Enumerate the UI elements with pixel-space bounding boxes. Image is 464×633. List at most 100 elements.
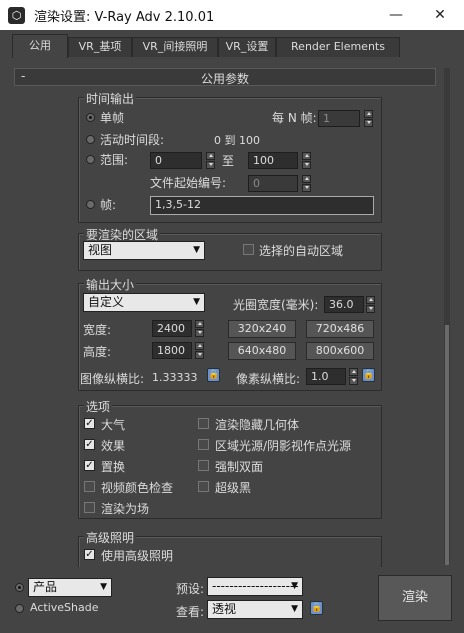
pixel-aspect-input[interactable]: 1.0: [306, 368, 346, 385]
tab-common[interactable]: 公用: [12, 34, 68, 58]
use-advanced-lighting-checkbox[interactable]: ✓: [84, 549, 95, 560]
force-2-sided-label: 强制双面: [215, 460, 264, 474]
frames-label: 帧:: [100, 198, 117, 212]
effects-checkbox[interactable]: ✓: [84, 439, 95, 450]
mode-product-value: 产品: [33, 580, 58, 594]
image-aspect-label: 图像纵横比:: [80, 372, 145, 386]
render-button[interactable]: 渲染: [378, 575, 452, 621]
app-logo-icon: ⬡: [8, 7, 25, 24]
minimize-button[interactable]: —: [374, 0, 418, 30]
range-from-input[interactable]: 0: [150, 152, 202, 169]
chevron-down-icon: ▼: [291, 581, 298, 591]
view-dropdown[interactable]: 透视 ▼: [207, 600, 303, 619]
pixel-aspect-label: 像素纵横比:: [236, 372, 301, 386]
aperture-width-spinner[interactable]: [366, 296, 375, 313]
width-spinner[interactable]: [195, 320, 204, 337]
preset-dropdown[interactable]: -------------------- ▼: [207, 577, 303, 596]
displacement-checkbox[interactable]: ✓: [84, 460, 95, 471]
height-label: 高度:: [83, 345, 112, 359]
close-button[interactable]: ✕: [418, 0, 462, 30]
force-2-sided-checkbox[interactable]: [198, 460, 209, 471]
tab-vr-settings[interactable]: VR_设置: [218, 37, 276, 57]
mode-activeshade-radio[interactable]: [15, 604, 24, 613]
range-from-spinner[interactable]: [206, 152, 215, 169]
active-segment-radio[interactable]: [86, 135, 95, 144]
video-color-check-checkbox[interactable]: [84, 481, 95, 492]
atmosphere-label: 大气: [101, 418, 126, 432]
width-input[interactable]: 2400: [152, 320, 192, 337]
pixel-aspect-lock-icon[interactable]: 🔒: [362, 368, 375, 382]
every-n-frames-label: 每 N 帧:: [272, 111, 317, 125]
rollout-header-common-params[interactable]: - 公用参数: [14, 68, 436, 86]
chevron-down-icon: ▼: [291, 604, 298, 614]
width-label: 宽度:: [83, 323, 112, 337]
mode-product-dropdown[interactable]: 产品 ▼: [28, 578, 112, 597]
preset-800x600-button[interactable]: 800x600: [306, 342, 374, 360]
render-hidden-geometry-checkbox[interactable]: [198, 418, 209, 429]
mode-product-radio[interactable]: [15, 583, 24, 592]
range-to-spinner[interactable]: [302, 152, 311, 169]
frames-radio[interactable]: [86, 200, 95, 209]
view-value: 透视: [212, 602, 237, 616]
preset-720x486-button[interactable]: 720x486: [306, 320, 374, 338]
range-to-input[interactable]: 100: [248, 152, 298, 169]
file-start-number-input[interactable]: 0: [248, 175, 298, 192]
single-frame-label: 单帧: [100, 111, 125, 125]
output-size-preset-dropdown[interactable]: 自定义 ▼: [83, 293, 205, 312]
render-to-fields-label: 渲染为场: [101, 502, 150, 516]
super-black-label: 超级黑: [215, 481, 252, 495]
advanced-lighting-title: 高级照明: [84, 529, 137, 546]
preset-value: --------------------: [212, 579, 299, 593]
output-size-title: 输出大小: [84, 276, 137, 293]
image-aspect-lock-icon[interactable]: 🔒: [207, 368, 220, 382]
render-area-value: 视图: [88, 243, 113, 257]
view-lock-icon[interactable]: 🔒: [310, 601, 323, 615]
preset-640x480-button[interactable]: 640x480: [228, 342, 296, 360]
auto-region-label: 选择的自动区域: [259, 244, 344, 258]
preset-label: 预设:: [176, 582, 205, 596]
super-black-checkbox[interactable]: [198, 481, 209, 492]
height-input[interactable]: 1800: [152, 342, 192, 359]
render-hidden-geometry-label: 渲染隐藏几何体: [215, 418, 300, 432]
chevron-down-icon: ▼: [193, 297, 200, 307]
area-lights-as-points-label: 区域光源/阴影视作点光源: [215, 439, 352, 453]
render-area-dropdown[interactable]: 视图 ▼: [83, 241, 205, 260]
effects-label: 效果: [101, 439, 126, 453]
tab-vr-gi[interactable]: VR_间接照明: [132, 37, 218, 57]
range-radio[interactable]: [86, 155, 95, 164]
render-to-fields-checkbox[interactable]: [84, 502, 95, 513]
rollout-title: 公用参数: [200, 72, 249, 86]
view-label: 查看:: [176, 605, 205, 619]
aperture-width-label: 光圈宽度(毫米):: [233, 298, 319, 312]
aperture-width-input[interactable]: 36.0: [324, 296, 364, 313]
file-start-number-label: 文件起始编号:: [150, 176, 227, 190]
file-start-number-spinner[interactable]: [302, 175, 311, 192]
frames-input[interactable]: 1,3,5-12: [150, 196, 374, 215]
every-n-frames-input[interactable]: 1: [318, 110, 360, 127]
displacement-label: 置换: [101, 460, 126, 474]
chevron-down-icon: ▼: [193, 245, 200, 255]
auto-region-checkbox[interactable]: [243, 244, 254, 255]
single-frame-radio[interactable]: [86, 113, 95, 122]
atmosphere-checkbox[interactable]: ✓: [84, 418, 95, 429]
area-lights-as-points-checkbox[interactable]: [198, 439, 209, 450]
time-output-title: 时间输出: [84, 90, 137, 107]
height-spinner[interactable]: [195, 342, 204, 359]
active-segment-range: 0 到 100: [214, 134, 260, 147]
range-to-label: 至: [222, 154, 235, 168]
video-color-check-label: 视频颜色检查: [101, 481, 174, 495]
tab-vr-base[interactable]: VR_基项: [68, 37, 132, 57]
every-n-frames-spinner[interactable]: [364, 110, 373, 127]
window-title: 渲染设置: V-Ray Adv 2.10.01: [34, 10, 215, 25]
options-title: 选项: [84, 398, 113, 415]
preset-320x240-button[interactable]: 320x240: [228, 320, 296, 338]
mode-activeshade-label: ActiveShade: [30, 601, 99, 614]
active-segment-label: 活动时间段:: [100, 133, 165, 147]
scrollbar-thumb[interactable]: [445, 325, 449, 565]
use-advanced-lighting-label: 使用高级照明: [101, 549, 174, 563]
pixel-aspect-spinner[interactable]: [349, 368, 358, 385]
chevron-down-icon: ▼: [100, 582, 107, 592]
image-aspect-value: 1.33333: [152, 371, 198, 384]
output-size-preset-value: 自定义: [88, 295, 125, 309]
tab-render-elements[interactable]: Render Elements: [276, 37, 400, 57]
